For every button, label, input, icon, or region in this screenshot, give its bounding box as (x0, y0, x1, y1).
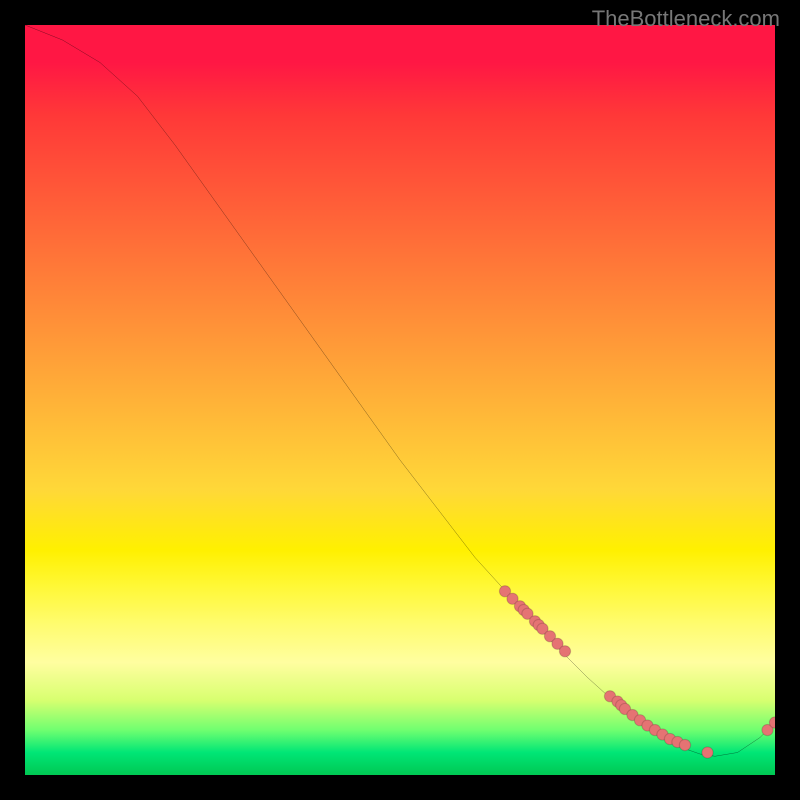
chart-svg (25, 25, 775, 775)
data-point (702, 747, 713, 758)
data-point (559, 646, 570, 657)
bottleneck-curve (25, 25, 775, 756)
watermark-label: TheBottleneck.com (592, 6, 780, 32)
data-point (679, 739, 690, 750)
data-points (499, 586, 775, 759)
chart-area (25, 25, 775, 775)
